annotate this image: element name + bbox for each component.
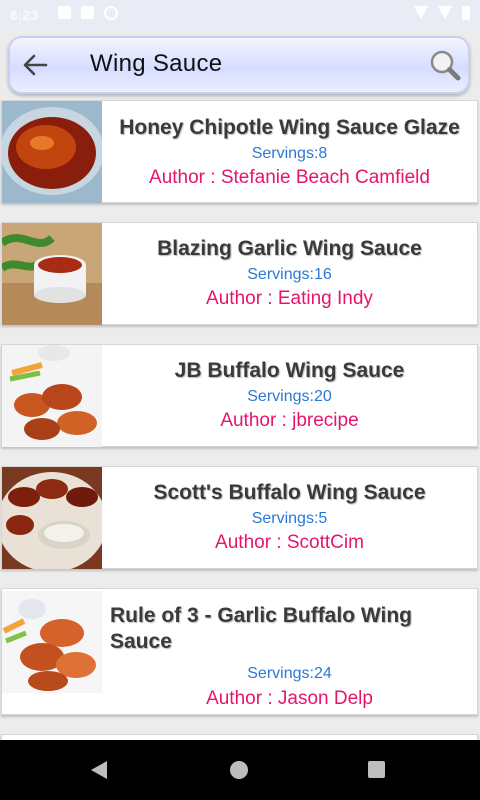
nav-home-icon[interactable] [230, 761, 248, 779]
battery-icon [462, 6, 470, 20]
search-bar: Wing Sauce [8, 36, 470, 94]
wifi-icon [414, 6, 428, 19]
recipe-title: Blazing Garlic Wing Sauce [157, 237, 422, 260]
recipe-author: Author : ScottCim [215, 532, 364, 553]
recipe-title: Honey Chipotle Wing Sauce Glaze [119, 116, 460, 139]
recipe-author: Author : Jason Delp [206, 688, 373, 709]
recipe-servings: Servings:8 [251, 145, 328, 162]
recipe-card[interactable]: Rule of 3 - Garlic Buffalo Wing Sauce Se… [1, 588, 478, 715]
recipe-servings: Servings:5 [251, 510, 328, 527]
recipe-card[interactable]: Honey Chipotle Wing Sauce Glaze Servings… [1, 100, 478, 203]
recipe-card[interactable]: Blazing Garlic Wing Sauce Servings:16 Au… [1, 222, 478, 325]
recipe-info: Blazing Garlic Wing Sauce Servings:16 Au… [102, 223, 477, 324]
status-bar: 6:23 [0, 0, 480, 32]
recipe-image [2, 345, 102, 447]
blocked-icon [104, 6, 118, 20]
recipe-author: Author : Stefanie Beach Camfield [149, 167, 430, 188]
nav-recents-icon[interactable] [368, 761, 385, 778]
search-input[interactable]: Wing Sauce [90, 50, 222, 78]
notification-icons [58, 6, 118, 20]
recipe-author: Author : Eating Indy [206, 288, 373, 309]
recipe-servings: Servings:20 [247, 388, 332, 405]
recipe-info: Honey Chipotle Wing Sauce Glaze Servings… [102, 101, 477, 202]
navigation-bar [0, 740, 480, 800]
recipe-image [2, 101, 102, 203]
nav-back-icon[interactable] [91, 761, 107, 779]
recipe-servings: Servings:24 [247, 665, 332, 682]
signal-icon [438, 6, 452, 19]
recipe-title: JB Buffalo Wing Sauce [174, 359, 405, 382]
recipe-image [2, 591, 102, 693]
recipe-card[interactable]: JB Buffalo Wing Sauce Servings:20 Author… [1, 344, 478, 447]
recipe-info: JB Buffalo Wing Sauce Servings:20 Author… [102, 345, 477, 446]
recipe-image [2, 223, 102, 325]
notification-icon [58, 6, 71, 19]
recipe-title: Scott's Buffalo Wing Sauce [153, 481, 426, 504]
recipe-author: Author : jbrecipe [220, 410, 359, 431]
recipe-image [2, 467, 102, 569]
recipe-info: Rule of 3 - Garlic Buffalo Wing Sauce Se… [102, 589, 477, 714]
back-arrow-icon[interactable] [22, 53, 48, 77]
recipe-info: Scott's Buffalo Wing Sauce Servings:5 Au… [102, 467, 477, 568]
status-time: 6:23 [10, 7, 39, 23]
recipe-title: Rule of 3 - Garlic Buffalo Wing Sauce [110, 604, 412, 653]
sd-card-icon [81, 6, 94, 19]
recipe-card[interactable]: Scott's Buffalo Wing Sauce Servings:5 Au… [1, 466, 478, 569]
system-icons [414, 6, 470, 20]
search-icon[interactable] [429, 49, 461, 81]
recipe-servings: Servings:16 [247, 266, 332, 283]
